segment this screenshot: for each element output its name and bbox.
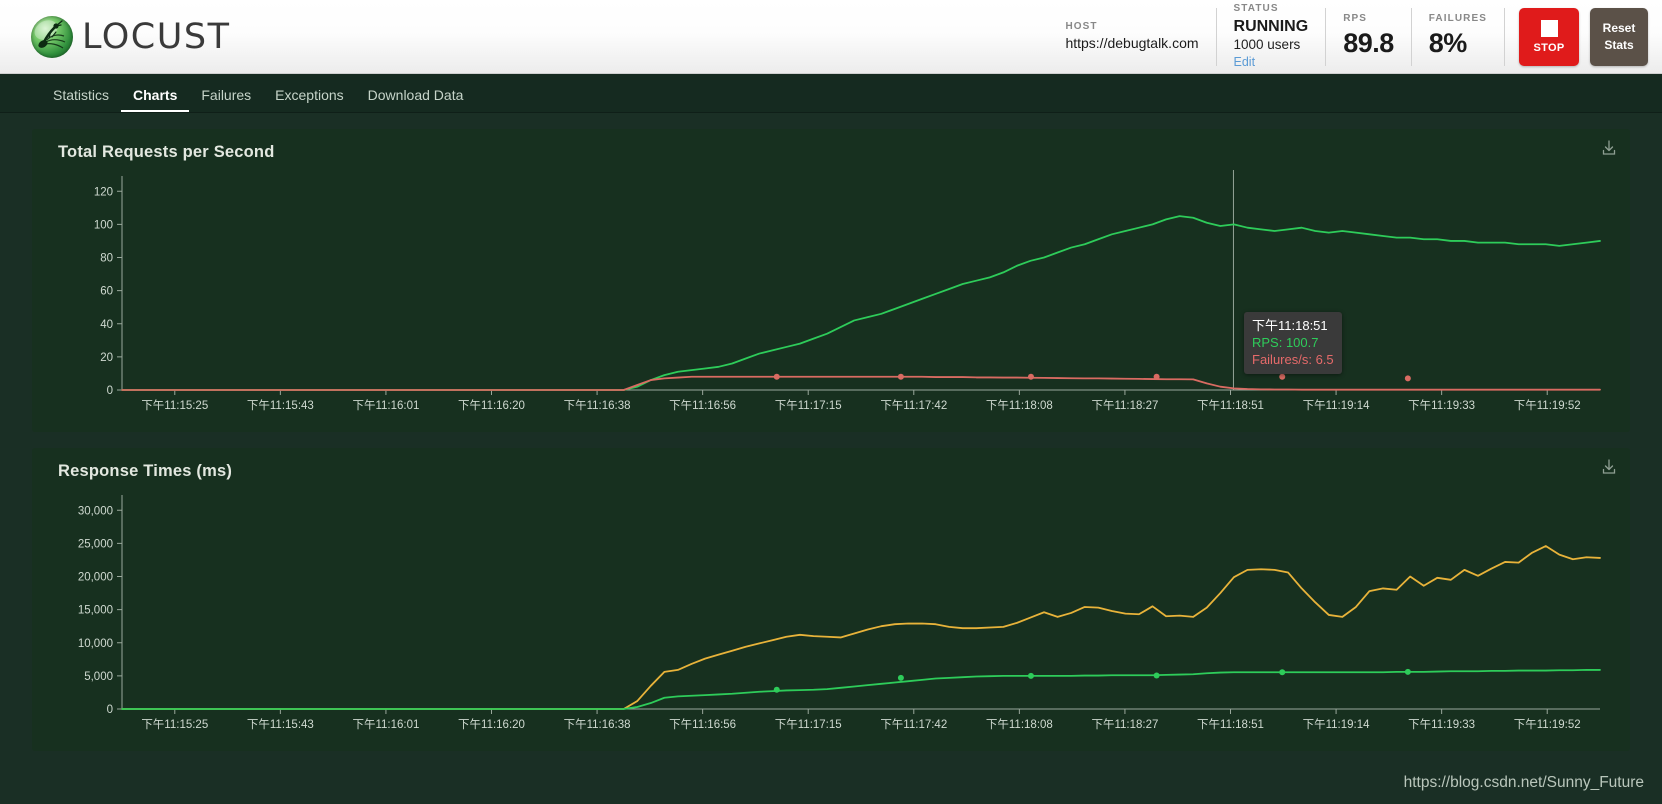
- chart-area-response-times[interactable]: 0 5,000 10,000 15,000 20,000 25,000 30,000 下午11…: [44, 483, 1618, 745]
- svg-text:下午11:18:08: 下午11:18:08: [986, 399, 1053, 412]
- svg-text:下午11:17:15: 下午11:17:15: [775, 718, 842, 731]
- svg-text:25,000: 25,000: [78, 538, 113, 550]
- svg-text:5,000: 5,000: [84, 671, 113, 683]
- svg-text:下午11:18:51: 下午11:18:51: [1197, 718, 1264, 731]
- svg-text:下午11:18:08: 下午11:18:08: [986, 718, 1053, 731]
- svg-text:下午11:19:33: 下午11:19:33: [1408, 718, 1475, 731]
- svg-text:下午11:16:56: 下午11:16:56: [669, 399, 736, 412]
- chart-card-rps: Total Requests per Second 0 20 40 60 80 100 12…: [32, 129, 1630, 432]
- chart-area-rps[interactable]: 0 20 40 60 80 100 120 下午11:15:25 下午11:15:43 下午11:…: [44, 164, 1618, 426]
- svg-text:下午11:16:38: 下午11:16:38: [564, 718, 631, 731]
- svg-text:下午11:18:27: 下午11:18:27: [1091, 399, 1158, 412]
- stat-failures: FAILURES 8%: [1412, 7, 1505, 66]
- stop-button-label: STOP: [1533, 41, 1565, 54]
- svg-text:下午11:17:42: 下午11:17:42: [880, 399, 947, 412]
- download-icon[interactable]: [1601, 459, 1617, 480]
- tab-failures[interactable]: Failures: [189, 87, 263, 112]
- edit-link[interactable]: Edit: [1234, 54, 1309, 71]
- svg-text:20: 20: [100, 352, 113, 364]
- svg-text:15,000: 15,000: [78, 605, 113, 617]
- chart-svg-response-times: 0 5,000 10,000 15,000 20,000 25,000 30,000 下午11…: [78, 495, 1601, 731]
- svg-text:下午11:15:25: 下午11:15:25: [141, 718, 208, 731]
- svg-text:30,000: 30,000: [78, 505, 113, 517]
- tab-exceptions[interactable]: Exceptions: [263, 87, 355, 112]
- svg-text:80: 80: [100, 253, 113, 265]
- locust-logo-icon: [31, 15, 73, 58]
- tab-download-data[interactable]: Download Data: [356, 87, 476, 112]
- svg-text:0: 0: [107, 704, 113, 716]
- main-nav: Statistics Charts Failures Exceptions Do…: [0, 74, 1662, 113]
- svg-text:下午11:19:52: 下午11:19:52: [1514, 399, 1581, 412]
- download-icon[interactable]: [1601, 140, 1617, 161]
- svg-text:下午11:15:43: 下午11:15:43: [247, 399, 314, 412]
- svg-text:0: 0: [107, 385, 113, 397]
- status-value: RUNNING: [1233, 17, 1309, 35]
- chart-svg-rps: 0 20 40 60 80 100 120 下午11:15:25 下午11:15:43 下午11:…: [94, 170, 1601, 412]
- host-label: HOST: [1065, 20, 1098, 32]
- host-value: https://debugtalk.com: [1065, 34, 1199, 51]
- svg-text:60: 60: [100, 286, 113, 298]
- svg-text:下午11:19:52: 下午11:19:52: [1514, 718, 1581, 731]
- svg-text:120: 120: [94, 186, 113, 198]
- svg-text:10,000: 10,000: [78, 638, 113, 650]
- stat-rps: RPS 89.8: [1326, 7, 1412, 66]
- stop-square-icon: [1540, 19, 1558, 37]
- failures-value: 8%: [1428, 27, 1468, 58]
- header-stats: HOST https://debugtalk.com STATUS RUNNIN…: [1048, 3, 1662, 69]
- charts-content: Total Requests per Second 0 20 40 60 80 100 12…: [0, 113, 1662, 751]
- svg-text:下午11:18:51: 下午11:18:51: [1197, 399, 1264, 412]
- chart-card-response-times: Response Times (ms) 0 5,000 10,000 15,000 20…: [32, 448, 1630, 751]
- chart-title-response-times: Response Times (ms): [58, 462, 233, 480]
- svg-text:下午11:17:15: 下午11:17:15: [775, 399, 842, 412]
- svg-text:100: 100: [94, 219, 113, 231]
- stop-button[interactable]: STOP: [1519, 7, 1579, 66]
- brand-name: LOCUST: [82, 16, 231, 57]
- reset-stats-button[interactable]: Reset Stats: [1590, 7, 1648, 66]
- svg-text:下午11:15:43: 下午11:15:43: [247, 718, 314, 731]
- status-label: STATUS: [1233, 2, 1279, 14]
- watermark: https://blog.csdn.net/Sunny_Future: [1403, 774, 1644, 791]
- svg-text:20,000: 20,000: [78, 572, 113, 584]
- svg-text:下午11:16:01: 下午11:16:01: [352, 718, 419, 731]
- rps-label: RPS: [1343, 12, 1368, 24]
- svg-text:下午11:16:20: 下午11:16:20: [458, 718, 525, 731]
- failures-label: FAILURES: [1428, 12, 1487, 24]
- tab-charts[interactable]: Charts: [121, 87, 190, 112]
- brand: LOCUST: [0, 15, 231, 58]
- chart-title-rps: Total Requests per Second: [58, 143, 275, 161]
- svg-text:下午11:19:14: 下午11:19:14: [1303, 399, 1371, 412]
- svg-text:下午11:15:25: 下午11:15:25: [141, 399, 208, 412]
- svg-text:下午11:19:33: 下午11:19:33: [1408, 399, 1475, 412]
- svg-text:下午11:16:20: 下午11:16:20: [458, 399, 525, 412]
- stat-host: HOST https://debugtalk.com: [1048, 7, 1217, 66]
- app-header: LOCUST HOST https://debugtalk.com STATUS…: [0, 0, 1662, 74]
- status-users: 1000 users: [1233, 36, 1301, 52]
- reset-label-line2: Stats: [1604, 37, 1634, 52]
- stat-status: STATUS RUNNING 1000 users Edit: [1217, 3, 1327, 69]
- svg-text:下午11:18:27: 下午11:18:27: [1091, 718, 1158, 731]
- reset-label-line1: Reset: [1602, 21, 1636, 36]
- svg-text:下午11:16:01: 下午11:16:01: [352, 399, 419, 412]
- svg-text:下午11:17:42: 下午11:17:42: [880, 718, 947, 731]
- tab-statistics[interactable]: Statistics: [41, 87, 121, 112]
- rps-value: 89.8: [1343, 27, 1394, 58]
- svg-text:下午11:16:56: 下午11:16:56: [669, 718, 736, 731]
- header-actions: STOP Reset Stats: [1505, 7, 1648, 66]
- svg-text:下午11:16:38: 下午11:16:38: [564, 399, 631, 412]
- svg-text:40: 40: [100, 319, 113, 331]
- svg-text:下午11:19:14: 下午11:19:14: [1303, 718, 1371, 731]
